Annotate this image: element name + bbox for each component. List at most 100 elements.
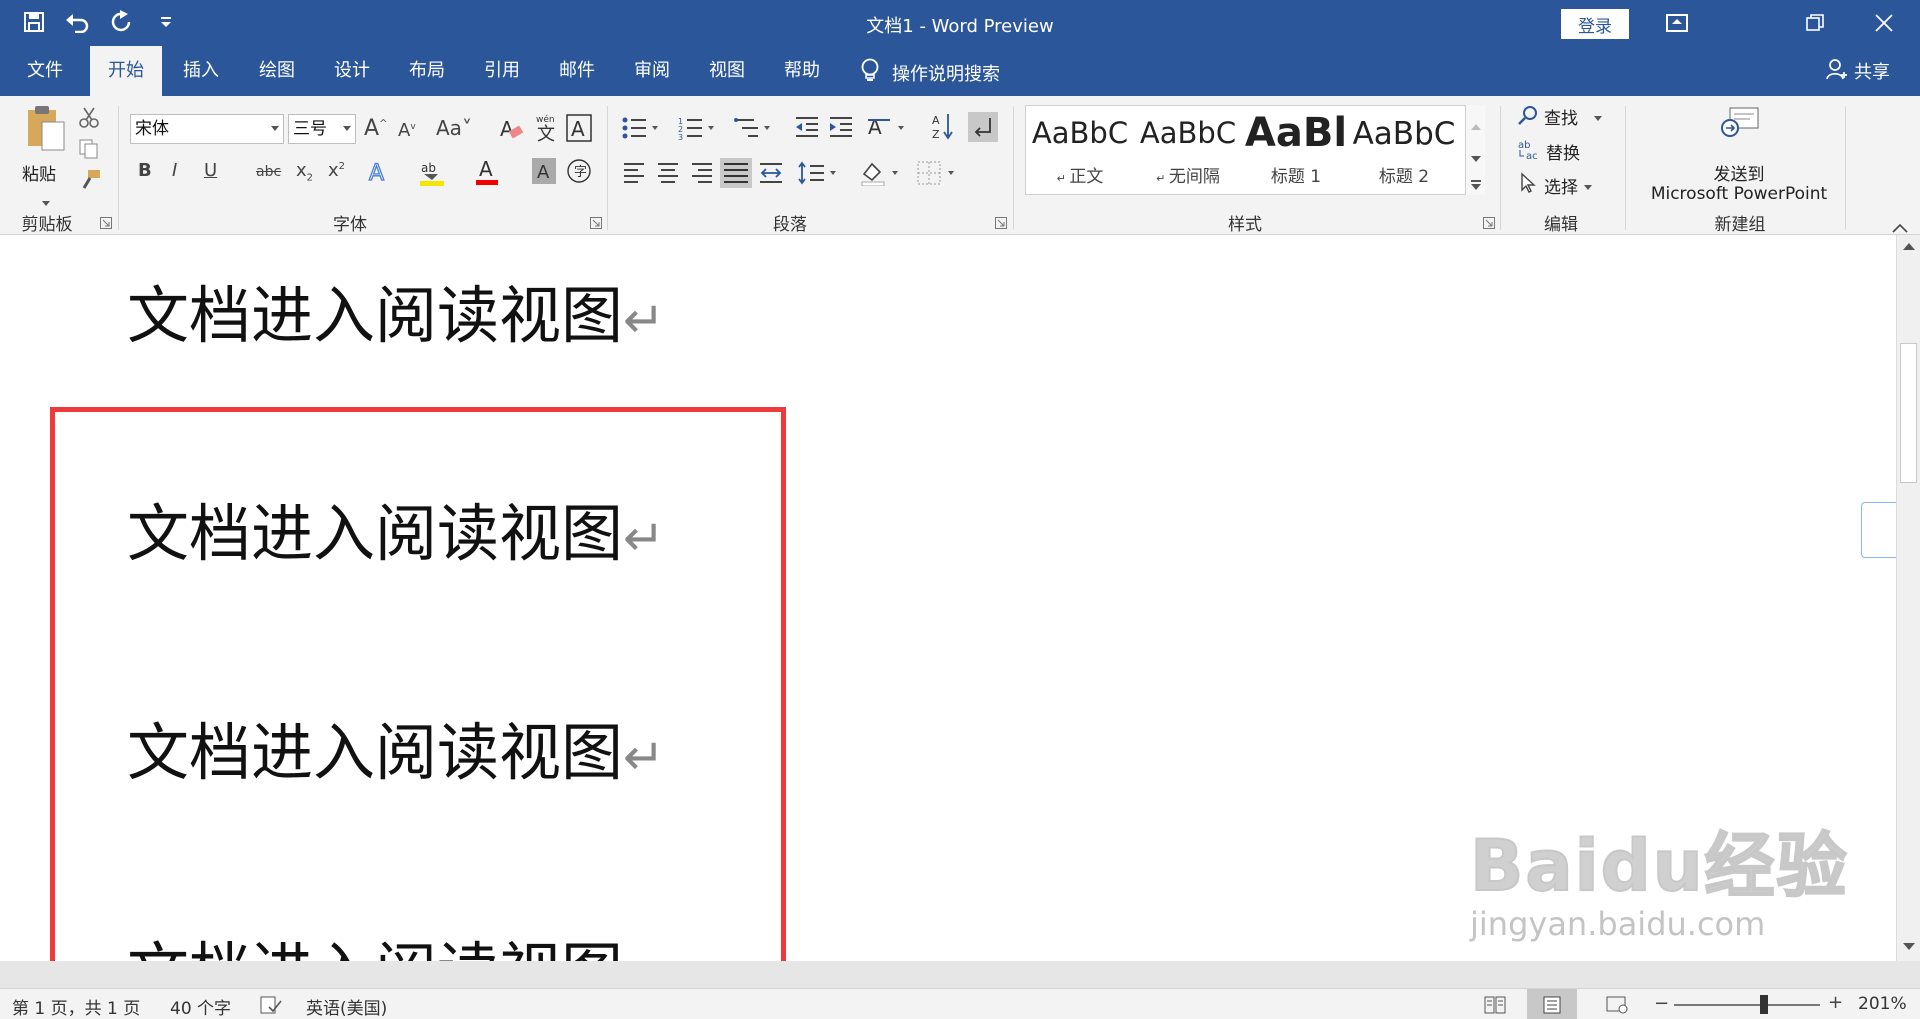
style-preview-heading-2: AaBbC	[1352, 116, 1456, 152]
chinese-layout-icon[interactable]: A	[868, 114, 908, 144]
shading-icon[interactable]	[860, 160, 904, 190]
numbering-icon[interactable]: 123	[678, 116, 718, 144]
language-indicator[interactable]: 英语(美国)	[306, 994, 387, 1019]
multilevel-list-icon[interactable]	[734, 116, 774, 144]
increase-indent-icon[interactable]	[828, 116, 854, 144]
cut-icon[interactable]	[78, 106, 100, 132]
tab-view[interactable]: 视图	[692, 46, 762, 96]
bullets-icon[interactable]	[622, 116, 662, 144]
font-name-combo[interactable]: 宋体	[130, 114, 284, 144]
proofing-icon[interactable]	[260, 995, 282, 1019]
shrink-font-icon[interactable]: Av	[398, 120, 416, 141]
tab-mailings[interactable]: 邮件	[542, 46, 612, 96]
sort-icon[interactable]: AZ	[932, 112, 956, 144]
tab-review[interactable]: 审阅	[617, 46, 687, 96]
grow-font-icon[interactable]: A^	[364, 116, 387, 141]
enclose-characters-icon[interactable]: 字	[566, 158, 592, 188]
select-button[interactable]: 选择	[1518, 172, 1592, 198]
copy-icon[interactable]	[78, 138, 100, 164]
superscript-icon[interactable]: x2	[328, 160, 345, 181]
align-center-icon[interactable]	[656, 162, 680, 188]
bold-icon[interactable]: B	[138, 160, 152, 181]
paragraph-mark-icon: ↵	[623, 728, 665, 786]
tab-references[interactable]: 引用	[467, 46, 537, 96]
font-color-icon[interactable]: A	[474, 156, 500, 190]
svg-text:文: 文	[537, 124, 555, 142]
read-mode-icon[interactable]	[1484, 996, 1506, 1019]
justify-icon[interactable]	[720, 158, 752, 188]
font-size-combo[interactable]: 三号	[288, 114, 356, 144]
style-normal[interactable]: AaBbC ↵ 正文	[1026, 106, 1134, 194]
strikethrough-icon[interactable]: abc	[256, 164, 281, 180]
share-button[interactable]: 共享	[1826, 46, 1890, 96]
tab-insert[interactable]: 插入	[166, 46, 236, 96]
text-effects-icon[interactable]: A	[366, 158, 392, 190]
align-left-icon[interactable]	[622, 162, 646, 188]
svg-text:A: A	[369, 161, 384, 186]
change-case-button[interactable]: Aa˅	[436, 116, 472, 140]
zoom-slider-thumb[interactable]	[1760, 995, 1768, 1014]
document-page[interactable]: 文档进入阅读视图↵ 文档进入阅读视图↵ 文档进入阅读视图↵ 文档进入阅读视图↵	[0, 235, 1896, 961]
character-shading-icon[interactable]: A	[532, 158, 556, 188]
document-line[interactable]: 文档进入阅读视图↵	[127, 921, 665, 961]
web-layout-icon[interactable]	[1606, 996, 1628, 1019]
document-line[interactable]: 文档进入阅读视图↵	[127, 702, 665, 792]
style-no-spacing[interactable]: AaBbC ↵ 无间隔	[1134, 106, 1242, 194]
tab-design[interactable]: 设计	[317, 46, 387, 96]
borders-icon[interactable]	[916, 160, 960, 190]
character-border-icon[interactable]: A	[566, 114, 592, 146]
italic-icon[interactable]: I	[172, 160, 177, 181]
send-to-label-line1: 发送到	[1713, 165, 1765, 185]
line-spacing-icon[interactable]	[798, 160, 842, 190]
style-heading-2[interactable]: AaBbC 标题 2	[1350, 106, 1458, 194]
paragraph-launcher-icon[interactable]	[995, 214, 1007, 229]
close-window-icon[interactable]	[1861, 6, 1907, 40]
tab-help[interactable]: 帮助	[767, 46, 837, 96]
gallery-scroll-down-icon[interactable]	[1471, 147, 1481, 166]
gallery-more-icon[interactable]	[1471, 175, 1481, 194]
login-button[interactable]: 登录	[1561, 9, 1629, 39]
page-count[interactable]: 第 1 页，共 1 页	[12, 994, 140, 1019]
clear-formatting-icon[interactable]: A	[498, 116, 524, 146]
show-formatting-marks-icon[interactable]	[968, 112, 998, 142]
word-count[interactable]: 40 个字	[170, 994, 231, 1019]
restore-window-icon[interactable]	[1792, 6, 1838, 40]
underline-icon[interactable]: U	[204, 160, 217, 181]
tab-file[interactable]: 文件	[10, 46, 80, 96]
side-panel-tab[interactable]	[1861, 502, 1896, 558]
zoom-out-icon[interactable]: −	[1654, 993, 1669, 1014]
clipboard-launcher-icon[interactable]	[100, 214, 112, 229]
document-line[interactable]: 文档进入阅读视图↵	[127, 265, 665, 355]
phonetic-guide-icon[interactable]: wén 文	[534, 112, 560, 146]
replace-button[interactable]: ab ac 替换	[1518, 138, 1580, 164]
send-to-powerpoint-button[interactable]: 发送到 Microsoft PowerPoint	[1636, 106, 1842, 206]
font-launcher-icon[interactable]	[590, 214, 602, 229]
zoom-level[interactable]: 201%	[1858, 994, 1907, 1014]
zoom-slider[interactable]	[1674, 1004, 1820, 1006]
styles-launcher-icon[interactable]	[1483, 214, 1495, 229]
format-painter-icon[interactable]	[78, 168, 102, 196]
print-layout-icon[interactable]	[1527, 989, 1577, 1019]
decrease-indent-icon[interactable]	[794, 116, 820, 144]
tell-me-search[interactable]: 操作说明搜索	[860, 58, 1000, 88]
distributed-icon[interactable]	[758, 162, 784, 188]
vertical-scrollbar[interactable]	[1896, 235, 1920, 961]
paste-button[interactable]: 粘贴	[22, 104, 70, 208]
zoom-in-icon[interactable]: +	[1828, 992, 1843, 1013]
tab-draw[interactable]: 绘图	[242, 46, 312, 96]
svg-text:A: A	[537, 162, 550, 183]
tab-home[interactable]: 开始	[90, 46, 162, 96]
svg-text:A: A	[500, 117, 514, 141]
align-right-icon[interactable]	[690, 162, 714, 188]
scroll-up-icon[interactable]	[1903, 243, 1915, 250]
highlight-color-icon[interactable]: ab	[418, 156, 446, 190]
ribbon-display-options-icon[interactable]	[1654, 6, 1700, 40]
tab-layout[interactable]: 布局	[392, 46, 462, 96]
gallery-scroll-up-icon[interactable]	[1471, 115, 1481, 134]
style-heading-1[interactable]: AaBl 标题 1	[1242, 106, 1350, 194]
subscript-icon[interactable]: x2	[296, 160, 313, 184]
scroll-down-icon[interactable]	[1903, 943, 1915, 950]
scrollbar-thumb[interactable]	[1900, 343, 1917, 483]
document-line[interactable]: 文档进入阅读视图↵	[127, 483, 665, 573]
find-button[interactable]: 查找	[1518, 104, 1602, 129]
